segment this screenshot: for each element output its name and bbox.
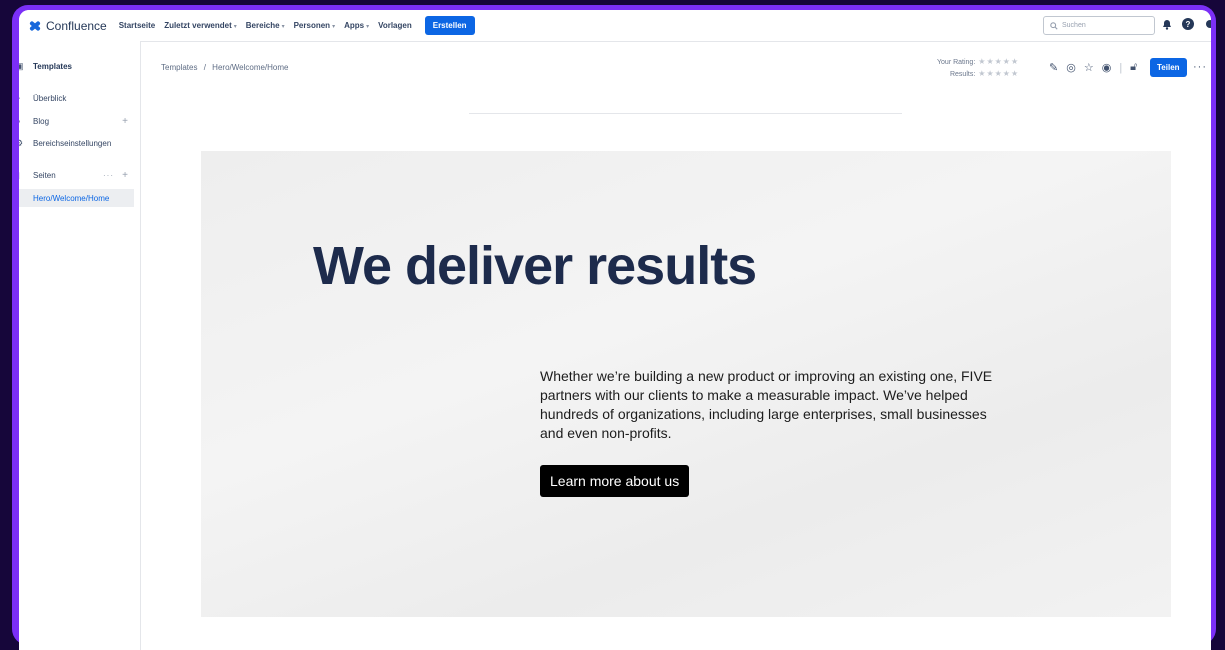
search-placeholder: Suchen	[1062, 22, 1086, 29]
watch-icon[interactable]: ◉	[1102, 61, 1112, 74]
your-rating-label: Your Rating:	[937, 59, 976, 66]
edit-icon[interactable]: ✎	[1049, 61, 1058, 74]
more-icon[interactable]: ···	[103, 171, 114, 180]
nav-startseite[interactable]: Startseite	[119, 21, 155, 30]
results-label: Results:	[949, 71, 976, 78]
confluence-logo[interactable]: Confluence	[29, 19, 107, 33]
space-icon: ▣	[19, 61, 24, 71]
sidebar-item-bereichseinstellungen[interactable]: ⚙ Bereichseinstellungen	[19, 135, 140, 151]
add-page-icon[interactable]: +	[122, 170, 128, 181]
search-input[interactable]: Suchen	[1043, 16, 1155, 35]
sidebar-item-label: Überblick	[33, 93, 67, 103]
pages-label: Seiten	[33, 170, 56, 180]
browser-window: Confluence Startseite Zuletzt verwendet ▾…	[19, 10, 1211, 650]
comment-icon[interactable]: ◎	[1066, 61, 1076, 74]
top-navigation: Confluence Startseite Zuletzt verwendet ▾…	[19, 10, 1211, 42]
add-blog-icon[interactable]: +	[122, 116, 128, 127]
breadcrumb-separator: /	[203, 63, 206, 72]
divider-icon: |	[1119, 61, 1123, 74]
page-tree-label: Hero/Welcome/Home	[33, 193, 110, 203]
chevron-down-icon: ▾	[233, 24, 237, 30]
restrictions-icon[interactable]: 🔓︎	[1130, 61, 1137, 74]
star-icon[interactable]: ☆	[1084, 61, 1094, 74]
blog-icon: ●	[19, 116, 25, 126]
learn-more-button[interactable]: Learn more about us	[540, 465, 690, 497]
sidebar-item-blog[interactable]: ● Blog +	[19, 113, 140, 129]
notifications-icon[interactable]	[1161, 18, 1173, 30]
chevron-down-icon: ▾	[281, 24, 285, 30]
content-divider	[469, 113, 902, 114]
nav-zuletzt-verwendet[interactable]: Zuletzt verwendet ▾	[164, 21, 237, 30]
overview-icon: ⌐	[19, 93, 25, 103]
breadcrumb-current[interactable]: Hero/Welcome/Home	[212, 63, 288, 72]
hero-title: We deliver results	[313, 236, 757, 296]
help-icon[interactable]: ?	[1182, 18, 1194, 30]
pages-icon: ▯	[19, 170, 25, 180]
rating-widget: Your Rating: ★★★★★ Results: ★★★★★	[937, 56, 1019, 80]
nav-bereiche[interactable]: Bereiche ▾	[246, 21, 285, 30]
bullet-icon: •	[19, 193, 25, 203]
nav-apps[interactable]: Apps ▾	[344, 21, 369, 30]
results-stars: ★★★★★	[978, 69, 1020, 78]
page-tree-item[interactable]: • Hero/Welcome/Home	[19, 189, 134, 207]
settings-icon: ⚙	[19, 138, 24, 148]
hero-section: We deliver results Whether we’re buildin…	[201, 151, 1171, 617]
more-actions-icon[interactable]: ···	[1193, 61, 1207, 73]
settings-icon[interactable]	[1204, 18, 1211, 30]
sidebar-item-ueberblick[interactable]: ⌐ Überblick	[19, 90, 140, 106]
share-button[interactable]: Teilen	[1150, 58, 1187, 77]
sidebar-item-label: Bereichseinstellungen	[33, 138, 112, 148]
sidebar-item-label: Blog	[33, 116, 50, 126]
chevron-down-icon: ▾	[366, 24, 370, 30]
breadcrumb-root[interactable]: Templates	[161, 63, 197, 72]
create-button[interactable]: Erstellen	[424, 16, 475, 35]
search-icon	[1050, 21, 1058, 30]
confluence-logo-icon	[29, 20, 41, 32]
sidebar: ▣ Templates ⌐ Überblick ● Blog + ⚙ Berei…	[19, 41, 141, 650]
app-switcher-icon[interactable]	[19, 20, 23, 32]
page-actions: ✎ ◎ ☆ ◉ | 🔓︎	[1049, 61, 1145, 74]
sidebar-pages-header[interactable]: ▯ Seiten ··· +	[19, 167, 140, 183]
sidebar-space-header[interactable]: ▣ Templates	[19, 58, 140, 74]
svg-text:?: ?	[1186, 20, 1191, 29]
nav-personen[interactable]: Personen ▾	[294, 21, 335, 30]
logo-text: Confluence	[46, 18, 107, 33]
space-title: Templates	[33, 61, 72, 71]
chevron-down-icon: ▾	[332, 24, 336, 30]
your-rating-stars[interactable]: ★★★★★	[978, 57, 1019, 66]
hero-description: Whether we’re building a new product or …	[540, 368, 993, 441]
nav-vorlagen[interactable]: Vorlagen	[378, 21, 412, 30]
breadcrumb: Templates / Hero/Welcome/Home	[161, 63, 289, 72]
